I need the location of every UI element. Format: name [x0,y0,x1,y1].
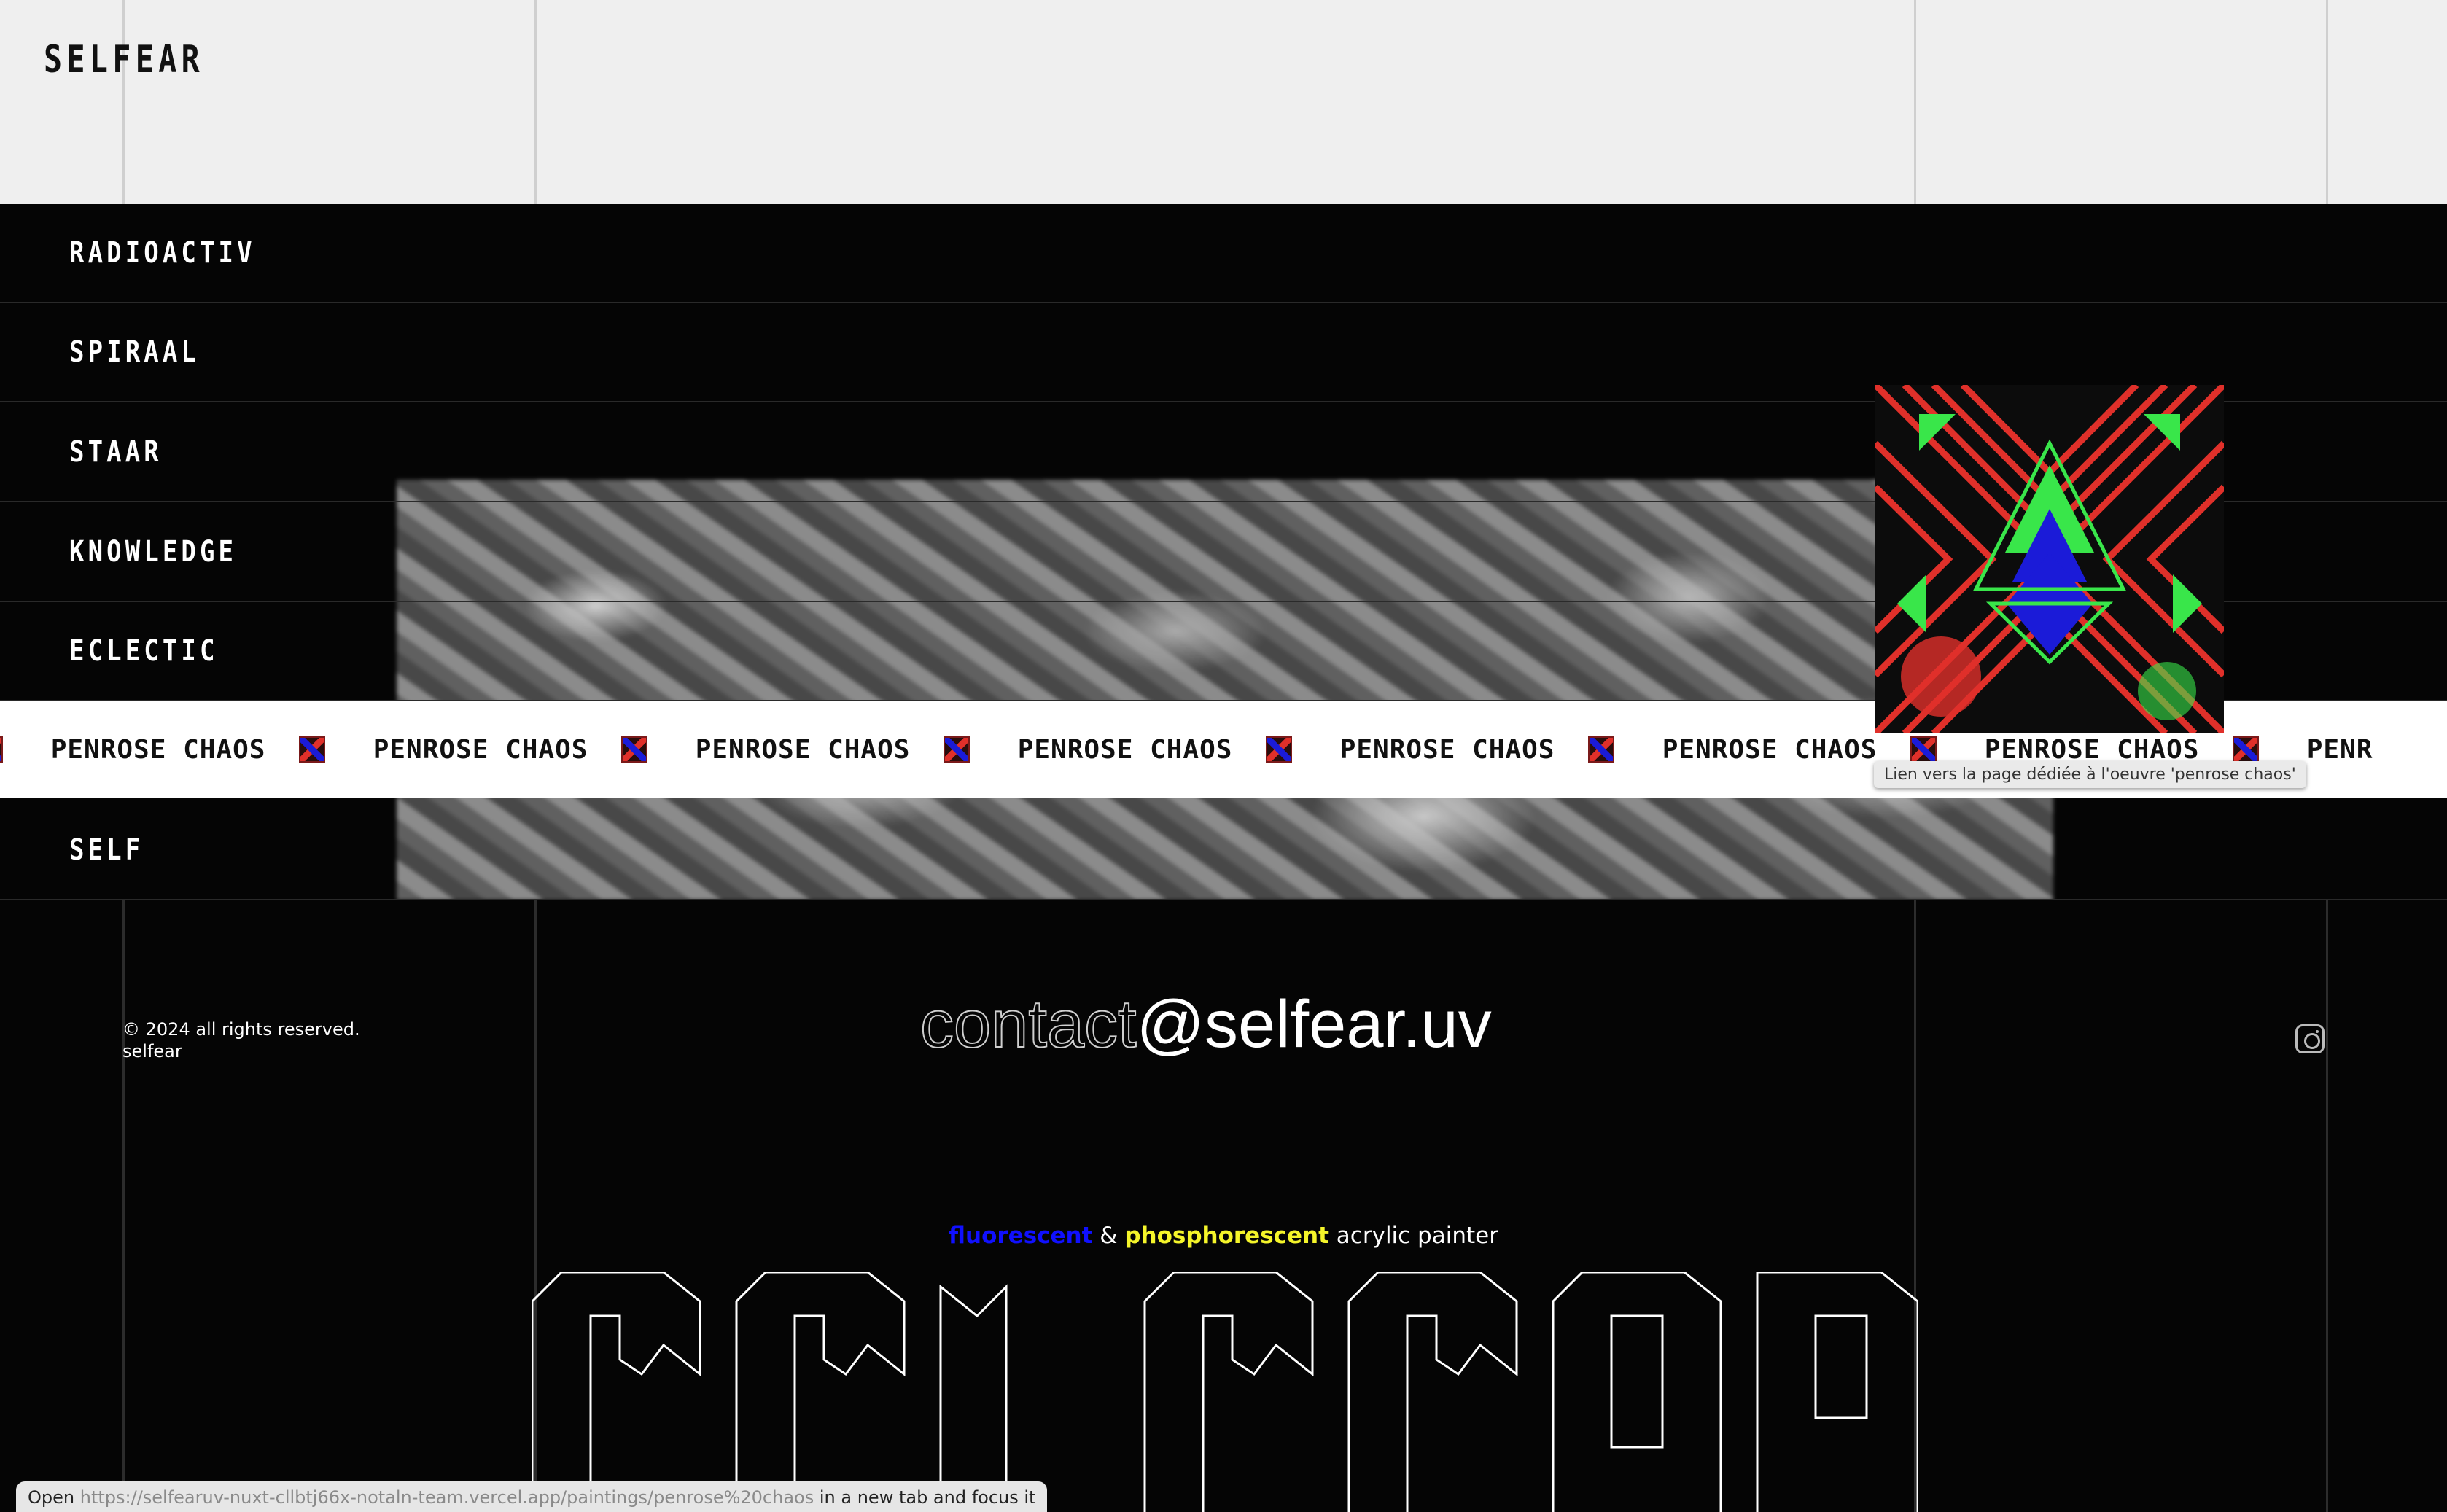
grid-line [122,0,125,204]
marquee-thumbnail [1265,736,1292,763]
marquee-thumbnail [298,736,325,763]
tagline: fluorescent & phosphorescent acrylic pai… [0,1223,2447,1249]
status-suffix: in a new tab and focus it [819,1487,1036,1508]
marquee-label: PENROSE CHAOS [1984,734,2200,765]
tagline-phosphorescent: phosphorescent [1124,1223,1329,1249]
site-logo[interactable]: SELFEAR [44,38,204,82]
grid-line [2326,900,2328,1512]
marquee-label: PENROSE CHAOS [373,734,588,765]
marquee-label: PENROSE CHAOS [1339,734,1555,765]
site-footer: © 2024 all rights reserved. selfear cont… [0,900,2447,1512]
marquee-label: PENROSE CHAOS [1662,734,1878,765]
grid-line [1914,0,1916,204]
marquee-thumbnail [1910,736,1937,763]
browser-status-bar: Open https://selfearuv-nuxt-cllbtj66x-no… [16,1481,1048,1512]
marquee-label: PENROSE CHAOS [695,734,911,765]
marquee-thumbnail [2232,736,2259,763]
marquee-thumbnail [943,736,970,763]
copyright-owner: selfear [122,1041,182,1061]
tagline-rest: acrylic painter [1328,1223,1498,1249]
grid-line [2326,0,2328,204]
site-header: SELFEAR [0,0,2447,204]
status-url: https://selfearuv-nuxt-cllbtj66x-notaln-… [79,1487,814,1508]
menu-item-label: RADIOACTIV [69,236,256,270]
marquee-label: PENROSE CHAOS [1017,734,1233,765]
status-open: Open [28,1487,75,1508]
selfear-outline-logo [532,1272,1918,1512]
menu-item-radioactiv[interactable]: RADIOACTIV [0,204,2447,303]
contact-email-link[interactable]: contact@selfear.uv [919,986,1492,1063]
penrose-chaos-artwork-image[interactable] [1875,385,2224,733]
menu-item-label: SPIRAAL [69,335,200,369]
marquee-label: PENROSE CHAOS [50,734,266,765]
marquee-thumbnail [1587,736,1614,763]
marquee-label: PENR [2306,734,2373,765]
marquee-thumbnail [620,736,647,763]
grid-line [122,900,125,1512]
contact-email-prefix: contact [919,986,1137,1062]
menu-item-self[interactable]: SELF [0,801,2447,900]
menu-item-label: STAAR [69,435,163,469]
copyright-line: © 2024 all rights reserved. [122,1019,360,1040]
tagline-ampersand: & [1092,1223,1125,1249]
instagram-icon[interactable] [2295,1024,2325,1053]
grid-line [534,0,537,204]
copyright: © 2024 all rights reserved. selfear [122,1018,360,1062]
menu-item-label: ECLECTIC [69,634,219,668]
tagline-fluorescent: fluorescent [949,1223,1093,1249]
contact-email-domain: @selfear.uv [1136,987,1492,1061]
menu-item-label: KNOWLEDGE [69,535,238,569]
menu-item-label: SELF [69,833,144,867]
artwork-tooltip: Lien vers la page dédiée à l'oeuvre 'pen… [1874,761,2306,788]
marquee-thumbnail [0,736,3,763]
